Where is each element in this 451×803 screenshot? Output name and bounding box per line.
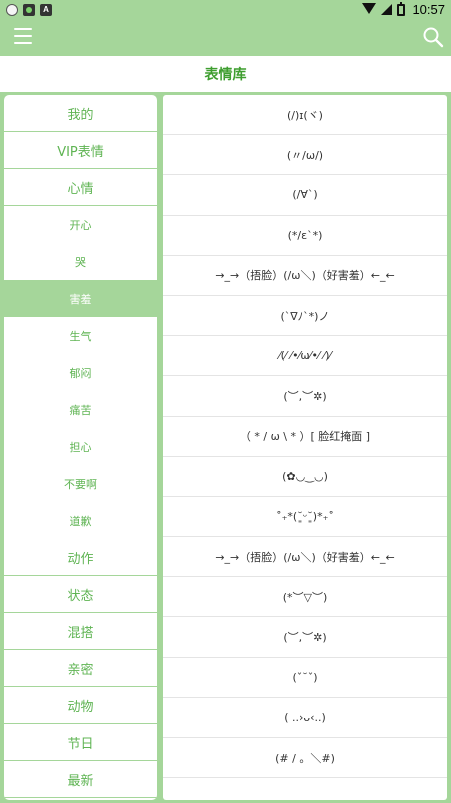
emoticon-text: ⁄(⁄ ⁄•⁄ω⁄•⁄ ⁄)⁄ — [278, 349, 332, 363]
emoticon-text: （ * / ω \ * ）[ 脸红掩面 ] — [239, 430, 371, 444]
sidebar-item-label: 心情 — [67, 181, 94, 197]
emoticon-text: (ˇ˘ˇ) — [292, 670, 318, 684]
sidebar-item[interactable]: VIP表情 — [4, 132, 157, 169]
page-title: 表情库 — [0, 56, 451, 92]
sidebar-item[interactable]: 郁闷 — [4, 354, 157, 391]
app-bar — [0, 19, 451, 56]
emoticon-text: (〃/ω/) — [286, 148, 324, 162]
sidebar-item[interactable]: 开心 — [4, 206, 157, 243]
emoticon-row[interactable]: (/)ɪ(ヾ) — [163, 95, 447, 136]
sidebar-item-label: 郁闷 — [69, 366, 92, 380]
battery-icon — [397, 1, 406, 16]
sidebar-item[interactable]: 我的 — [4, 95, 157, 132]
sidebar-item-label: 开心 — [69, 218, 92, 232]
sidebar-item-label: 节日 — [67, 736, 94, 752]
emoticon-row[interactable]: (︶,︶✲) — [163, 376, 447, 417]
sidebar-item[interactable]: 混搭 — [4, 613, 157, 650]
circle-icon — [6, 3, 18, 16]
emoticon-text: →_→（捂脸）(/ω＼)（好害羞）←_← — [215, 269, 395, 283]
sidebar-item-label: 最新 — [67, 773, 94, 789]
emoticon-list: (/)ɪ(ヾ) (〃/ω/) (/∀`) (*/ε`*) →_→（捂脸）(/ω＼)（好害… — [163, 95, 447, 800]
status-bar: A 10:57 — [0, 0, 451, 19]
sidebar-item[interactable]: 担心 — [4, 428, 157, 465]
sidebar-item-label: 动物 — [67, 699, 94, 715]
emoticon-text: (︶,︶✲) — [283, 389, 327, 403]
emoticon-text: →_→（捂脸）(/ω＼)（好害羞）←_← — [215, 550, 395, 564]
sidebar-item-label: 担心 — [69, 440, 92, 454]
emoticon-row[interactable]: (*︶▽︶) — [163, 577, 447, 618]
emoticon-row[interactable]: →_→（捂脸）(/ω＼)（好害羞）←_← — [163, 256, 447, 296]
sidebar-item-label: 不要啊 — [64, 477, 97, 491]
sidebar-item[interactable]: 动物 — [4, 687, 157, 724]
emoticon-row[interactable]: (`∇ﾉ`*)ノ — [163, 296, 447, 337]
sidebar-item[interactable]: 不要啊 — [4, 465, 157, 502]
a-app-icon: A — [40, 3, 52, 16]
wifi-icon — [362, 3, 377, 14]
category-sidebar: 我的 VIP表情心情开心哭害羞生气郁闷痛苦担心不要啊道歉动作状态混搭亲密动物节日最… — [4, 95, 157, 800]
menu-icon[interactable] — [14, 28, 32, 46]
sidebar-item-label: 害羞 — [69, 292, 92, 306]
sidebar-item-label: 我的 — [67, 107, 94, 123]
page-title-text: 表情库 — [204, 67, 247, 83]
sidebar-item[interactable]: 生气 — [4, 317, 157, 354]
camera-app-icon — [23, 3, 35, 16]
emoticon-row[interactable]: (ˇ˘ˇ) — [163, 658, 447, 698]
signal-icon — [381, 4, 393, 15]
sidebar-item[interactable]: 哭 — [4, 243, 157, 280]
emoticon-row[interactable]: (/∀`) — [163, 175, 447, 216]
sidebar-item[interactable]: 状态 — [4, 576, 157, 613]
sidebar-item[interactable]: 最新 — [4, 761, 157, 798]
emoticon-text: (`∇ﾉ`*)ノ — [280, 309, 330, 323]
emoticon-row[interactable]: (︶,︶✲) — [163, 617, 447, 658]
sidebar-item[interactable]: 道歉 — [4, 502, 157, 539]
content-frame: 我的 VIP表情心情开心哭害羞生气郁闷痛苦担心不要啊道歉动作状态混搭亲密动物节日最… — [0, 92, 451, 803]
emoticon-text: (# / 。＼#) — [275, 751, 335, 765]
system-icons: 10:57 — [362, 1, 445, 17]
emoticon-text: (*/ε`*) — [287, 228, 323, 242]
emoticon-row[interactable]: （ * / ω \ * ）[ 脸红掩面 ] — [163, 417, 447, 457]
emoticon-row[interactable]: ˚₊*(˘͈ᵕ˘͈)*₊˚ — [163, 497, 447, 538]
emoticon-row[interactable]: (〃/ω/) — [163, 135, 447, 176]
sidebar-item[interactable]: 心情 — [4, 169, 157, 206]
emoticon-text: ˚₊*(˘͈ᵕ˘͈)*₊˚ — [276, 509, 334, 523]
sidebar-item-label: 状态 — [67, 588, 94, 604]
emoticon-text: (/∀`) — [292, 188, 318, 202]
sidebar-item-label: 生气 — [69, 329, 92, 343]
sidebar-item-label: 痛苦 — [69, 403, 92, 417]
sidebar-item-label: 亲密 — [67, 662, 94, 678]
emoticon-row[interactable]: (*/ε`*) — [163, 216, 447, 256]
clock: 10:57 — [412, 2, 445, 17]
emoticon-row[interactable]: ( ..›ᴗ‹..) — [163, 698, 447, 738]
sidebar-item-label: 动作 — [67, 551, 94, 567]
emoticon-row[interactable]: →_→（捂脸）(/ω＼)（好害羞）←_← — [163, 537, 447, 578]
sidebar-item-label: VIP表情 — [57, 144, 104, 160]
emoticon-text: (✿◡‿◡) — [282, 469, 328, 483]
sidebar-item[interactable]: 动作 — [4, 539, 157, 576]
sidebar-item[interactable]: 亲密 — [4, 650, 157, 687]
emoticon-row[interactable]: (✿◡‿◡) — [163, 457, 447, 497]
emoticon-row[interactable]: ⁄(⁄ ⁄•⁄ω⁄•⁄ ⁄)⁄ — [163, 336, 447, 377]
search-icon[interactable] — [422, 26, 444, 48]
emoticon-text: (/)ɪ(ヾ) — [287, 108, 323, 122]
sidebar-item-label: 哭 — [75, 255, 86, 269]
sidebar-item[interactable]: 害羞 — [4, 280, 157, 317]
emoticon-row[interactable]: (# / 。＼#) — [163, 738, 447, 779]
sidebar-item-label: 道歉 — [69, 514, 92, 528]
emoticon-text: (︶,︶✲) — [283, 631, 327, 645]
sidebar-item[interactable]: 痛苦 — [4, 391, 157, 428]
emoticon-text: (*︶▽︶) — [282, 590, 328, 604]
notification-icons: A — [6, 3, 52, 16]
emoticon-text: ( ..›ᴗ‹..) — [284, 710, 326, 724]
sidebar-item-label: 混搭 — [67, 625, 94, 641]
sidebar-item[interactable]: 节日 — [4, 724, 157, 761]
